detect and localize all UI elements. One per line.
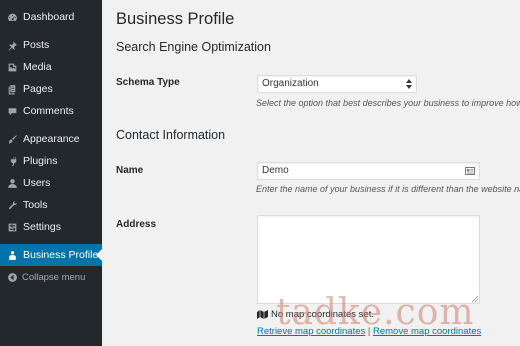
schema-type-label: Schema Type (116, 77, 180, 88)
sidebar-item-label: Appearance (23, 133, 80, 145)
dashboard-icon (6, 10, 18, 24)
name-input-value: Demo (262, 165, 289, 176)
address-textarea[interactable] (257, 215, 480, 304)
watermark-logo: tadke.com (276, 292, 475, 333)
pages-icon (6, 82, 18, 96)
sidebar-item-tools[interactable]: Tools (0, 194, 102, 216)
wrench-icon (6, 198, 18, 212)
sidebar-item-appearance[interactable]: Appearance (0, 128, 102, 150)
business-icon (6, 248, 18, 262)
plug-icon (6, 154, 18, 168)
contact-section-heading: Contact Information (116, 128, 226, 142)
name-input[interactable]: Demo (257, 162, 480, 180)
sidebar-item-label: Comments (23, 105, 74, 117)
seo-section-heading: Search Engine Optimization (116, 40, 271, 54)
settings-icon (6, 220, 18, 234)
media-icon (6, 60, 18, 74)
map-icon (257, 310, 268, 319)
collapse-icon (6, 270, 18, 284)
sidebar-item-label: Media (23, 61, 52, 73)
sidebar-item-label: Tools (23, 199, 48, 211)
collapse-menu-label: Collapse menu (22, 271, 86, 283)
user-icon (6, 176, 18, 190)
admin-sidebar: Dashboard Posts Media Pages Comments App… (0, 0, 102, 346)
sidebar-item-users[interactable]: Users (0, 172, 102, 194)
select-arrows-icon (406, 79, 412, 89)
page-title: Business Profile (116, 10, 235, 28)
sidebar-item-label: Business Profile (23, 249, 99, 261)
schema-type-select[interactable]: Organization (257, 75, 417, 93)
sidebar-item-posts[interactable]: Posts (0, 34, 102, 56)
address-label: Address (116, 219, 157, 230)
name-description: Enter the name of your business if it is… (256, 184, 520, 194)
pin-icon (6, 38, 18, 52)
name-label: Name (116, 165, 144, 176)
sidebar-item-business-profile[interactable]: Business Profile (0, 244, 102, 266)
sidebar-item-label: Users (23, 177, 51, 189)
sidebar-item-label: Dashboard (23, 11, 75, 23)
sidebar-item-media[interactable]: Media (0, 56, 102, 78)
brush-icon (6, 132, 18, 146)
sidebar-item-label: Posts (23, 39, 50, 51)
sidebar-item-plugins[interactable]: Plugins (0, 150, 102, 172)
sidebar-item-label: Pages (23, 83, 53, 95)
contact-card-icon[interactable] (465, 166, 475, 176)
sidebar-item-comments[interactable]: Comments (0, 100, 102, 122)
collapse-menu-button[interactable]: Collapse menu (0, 266, 102, 288)
sidebar-item-pages[interactable]: Pages (0, 78, 102, 100)
sidebar-item-dashboard[interactable]: Dashboard (0, 6, 102, 28)
sidebar-item-label: Settings (23, 221, 61, 233)
schema-type-value: Organization (262, 78, 319, 89)
sidebar-item-label: Plugins (23, 155, 58, 167)
comment-icon (6, 104, 18, 118)
schema-type-description: Select the option that best describes yo… (256, 98, 520, 108)
sidebar-item-settings[interactable]: Settings (0, 216, 102, 238)
